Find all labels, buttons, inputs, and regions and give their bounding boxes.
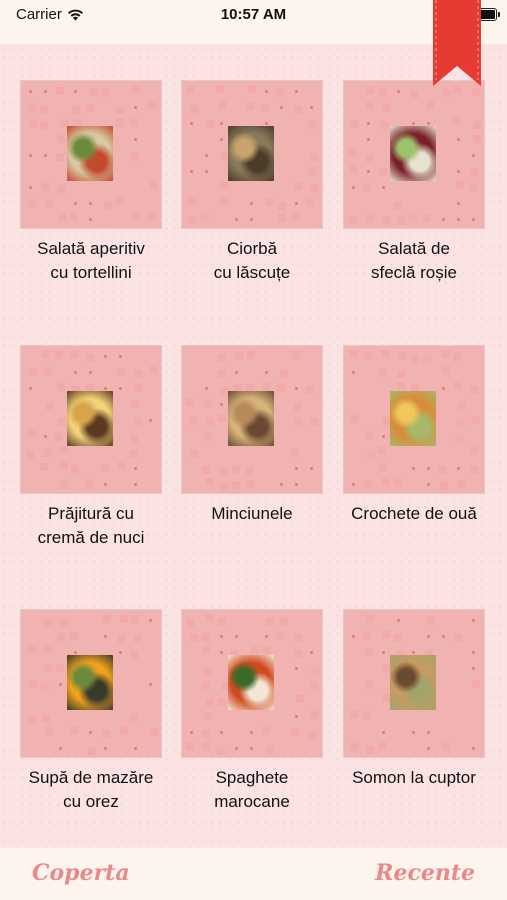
recipe-photo <box>67 655 113 710</box>
recipe-card[interactable]: Minciunele <box>171 345 333 526</box>
recipe-photo <box>228 391 274 446</box>
recipe-card[interactable]: Ciorbă cu lăscuțe <box>171 80 333 285</box>
recipe-title[interactable]: Spaghete marocane <box>171 766 333 814</box>
recipe-card[interactable]: Prăjitură cu cremă de nuci <box>10 345 172 550</box>
recipe-title[interactable]: Somon la cuptor <box>333 766 495 790</box>
recipe-card[interactable]: Supă de mazăre cu orez <box>10 609 172 814</box>
recipe-photo <box>390 391 436 446</box>
recipe-photo <box>67 391 113 446</box>
tab-coperta[interactable]: Coperta <box>32 860 130 886</box>
recipe-tile[interactable] <box>181 609 323 758</box>
recipe-photo <box>228 655 274 710</box>
recipe-tile[interactable] <box>20 609 162 758</box>
tab-recente[interactable]: Recente <box>375 860 475 886</box>
recipe-title[interactable]: Salată de sfeclă roșie <box>333 237 495 285</box>
recipe-tile[interactable] <box>20 80 162 229</box>
status-bar: Carrier 10:57 AM <box>0 0 507 44</box>
recipe-title[interactable]: Salată aperitiv cu tortellini <box>10 237 172 285</box>
status-time: 10:57 AM <box>220 6 287 23</box>
recipe-title[interactable]: Prăjitură cu cremă de nuci <box>10 502 172 550</box>
recipe-photo <box>228 126 274 181</box>
recipe-tile[interactable] <box>343 80 485 229</box>
recipe-card[interactable]: Salată aperitiv cu tortellini <box>10 80 172 285</box>
recipe-title[interactable]: Ciorbă cu lăscuțe <box>171 237 333 285</box>
recipe-grid: Salată aperitiv cu tortellini Ciorbă cu l… <box>0 44 507 848</box>
recipe-tile[interactable] <box>343 609 485 758</box>
recipe-photo <box>67 126 113 181</box>
recipe-tile[interactable] <box>181 80 323 229</box>
recipe-tile[interactable] <box>181 345 323 494</box>
recipe-photo <box>390 655 436 710</box>
recipe-photo <box>390 126 436 181</box>
recipe-card[interactable]: Somon la cuptor <box>333 609 495 790</box>
recipe-card[interactable]: Salată de sfeclă roșie <box>333 80 495 285</box>
recipe-title[interactable]: Supă de mazăre cu orez <box>10 766 172 814</box>
recipe-card[interactable]: Spaghete marocane <box>171 609 333 814</box>
recipe-title[interactable]: Minciunele <box>171 502 333 526</box>
recipe-tile[interactable] <box>343 345 485 494</box>
tab-bar: Coperta Recente <box>0 848 507 900</box>
recipe-card[interactable]: Crochete de ouă <box>333 345 495 526</box>
bookmark-ribbon-icon[interactable] <box>433 0 481 86</box>
recipe-tile[interactable] <box>20 345 162 494</box>
recipe-title[interactable]: Crochete de ouă <box>333 502 495 526</box>
